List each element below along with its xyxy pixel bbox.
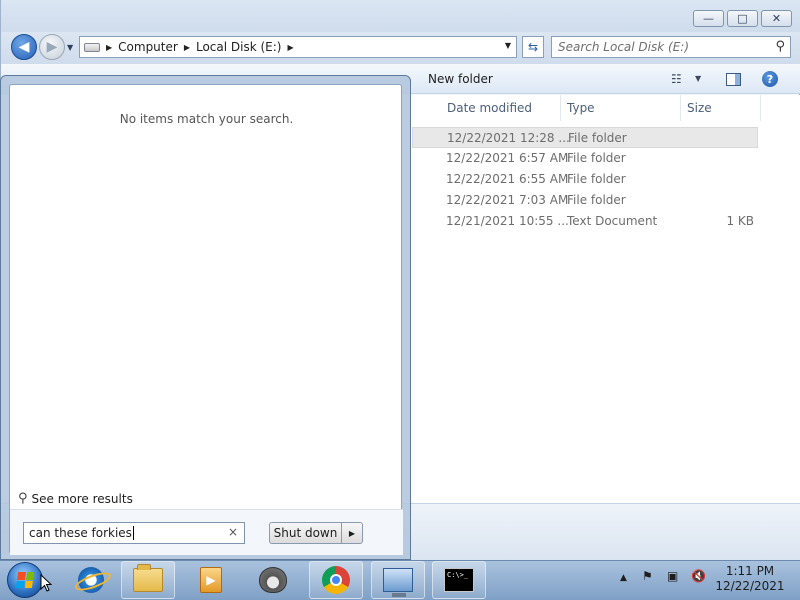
show-hidden-icons-button[interactable]: ▲ [620,573,627,583]
back-arrow-icon: ◀ [18,39,30,55]
forward-button[interactable]: ▶ [39,34,65,60]
clock-date: 12/22/2021 [715,579,785,593]
taskbar-raccoon-app[interactable] [246,561,300,599]
windows-logo-icon [15,572,35,588]
forward-arrow-icon: ▶ [46,39,58,55]
start-button[interactable] [7,562,43,598]
file-date: 12/21/2021 10:55 ... [446,214,569,228]
new-folder-button[interactable]: New folder [428,72,493,86]
search-icon[interactable]: ⚲ [775,39,785,54]
system-clock[interactable]: 1:11 PM 12/22/2021 [712,564,788,594]
network-computer-icon [383,568,413,597]
refresh-icon: ⇆ [527,40,539,54]
file-type: File folder [567,193,626,207]
internet-explorer-icon [78,567,104,593]
column-size[interactable]: Size [681,95,761,121]
taskbar-media-player[interactable]: ▶ [184,561,238,599]
clock-time: 1:11 PM [725,564,775,578]
change-view-icon[interactable]: ☷ [671,72,682,86]
taskbar-command-prompt[interactable]: C:\>_ [432,561,486,599]
address-bar[interactable]: ▶ Computer ▶ Local Disk (E:) ▶ ▼ [79,36,517,58]
file-date: 12/22/2021 6:55 AM [446,172,569,186]
breadcrumb-local-disk[interactable]: Local Disk (E:) [196,40,282,54]
file-row[interactable]: 12/22/2021 6:57 AM File folder [412,148,758,169]
start-menu: No items match your search. ⚲ See more r… [0,75,411,560]
taskbar-internet-explorer[interactable] [64,561,118,599]
shutdown-button[interactable]: Shut down [269,522,341,544]
file-row[interactable]: 12/21/2021 10:55 ... Text Document 1 KB [412,211,758,232]
chevron-right-icon[interactable]: ▶ [287,43,293,52]
chevron-right-icon[interactable]: ▶ [106,43,112,52]
raccoon-app-icon [259,567,287,593]
see-more-results-label: See more results [31,491,133,506]
file-type: File folder [567,151,626,165]
mouse-cursor-icon [40,574,52,592]
network-status-icon[interactable]: ▣ [667,569,678,583]
text-caret [132,526,134,540]
file-date: 12/22/2021 6:57 AM [446,151,569,165]
help-icon[interactable]: ? [762,71,778,87]
preview-pane-icon[interactable] [726,73,741,86]
file-row[interactable]: 12/22/2021 12:28 ... File folder [412,127,758,148]
file-date: 12/22/2021 12:28 ... [447,131,570,145]
file-size: 1 KB [726,214,754,228]
action-center-flag-icon[interactable]: ⚑ [642,569,653,583]
no-results-message: No items match your search. [119,112,294,126]
search-icon: ⚲ [18,491,28,506]
address-dropdown-icon[interactable]: ▼ [505,41,511,50]
file-date: 12/22/2021 7:03 AM [446,193,569,207]
back-button[interactable]: ◀ [11,34,37,60]
file-type: File folder [567,172,626,186]
column-date-modified[interactable]: Date modified [441,95,561,121]
recent-pages-dropdown[interactable]: ▼ [67,43,73,52]
file-type: File folder [568,131,627,145]
close-button[interactable]: ✕ [761,10,792,27]
shutdown-options-button[interactable]: ▶ [341,522,363,544]
search-input[interactable]: Search Local Disk (E:) ⚲ [551,36,791,58]
media-player-icon: ▶ [200,567,222,593]
command-prompt-icon: C:\>_ [444,568,474,592]
windows-explorer-icon [133,564,163,592]
clear-search-button[interactable]: × [228,525,238,539]
start-menu-bottom-strip: can these forkies × Shut down ▶ [10,509,403,555]
see-more-results-link[interactable]: ⚲ See more results [18,491,133,506]
title-bar[interactable] [1,0,800,32]
file-row[interactable]: 12/22/2021 7:03 AM File folder [412,190,758,211]
volume-muted-icon[interactable]: 🔇 [691,569,706,583]
minimize-button[interactable]: — [693,10,724,27]
taskbar-network-computer[interactable] [371,561,425,599]
taskbar-windows-explorer[interactable] [121,561,175,599]
refresh-button[interactable]: ⇆ [522,36,544,58]
breadcrumb-computer[interactable]: Computer [118,40,178,54]
chrome-icon [322,566,350,594]
file-type: Text Document [567,214,658,228]
start-search-value: can these forkies [29,526,132,540]
start-menu-results-panel: No items match your search. ⚲ See more r… [9,84,403,555]
view-dropdown-icon[interactable]: ▼ [695,74,701,83]
drive-icon [84,42,100,52]
taskbar-chrome[interactable] [309,561,363,599]
column-type[interactable]: Type [561,95,681,121]
file-row[interactable]: 12/22/2021 6:55 AM File folder [412,169,758,190]
chevron-right-icon: ▶ [348,528,356,538]
maximize-button[interactable]: □ [727,10,758,27]
chevron-right-icon[interactable]: ▶ [184,43,190,52]
search-placeholder: Search Local Disk (E:) [558,40,690,54]
start-search-input[interactable]: can these forkies × [23,522,245,544]
